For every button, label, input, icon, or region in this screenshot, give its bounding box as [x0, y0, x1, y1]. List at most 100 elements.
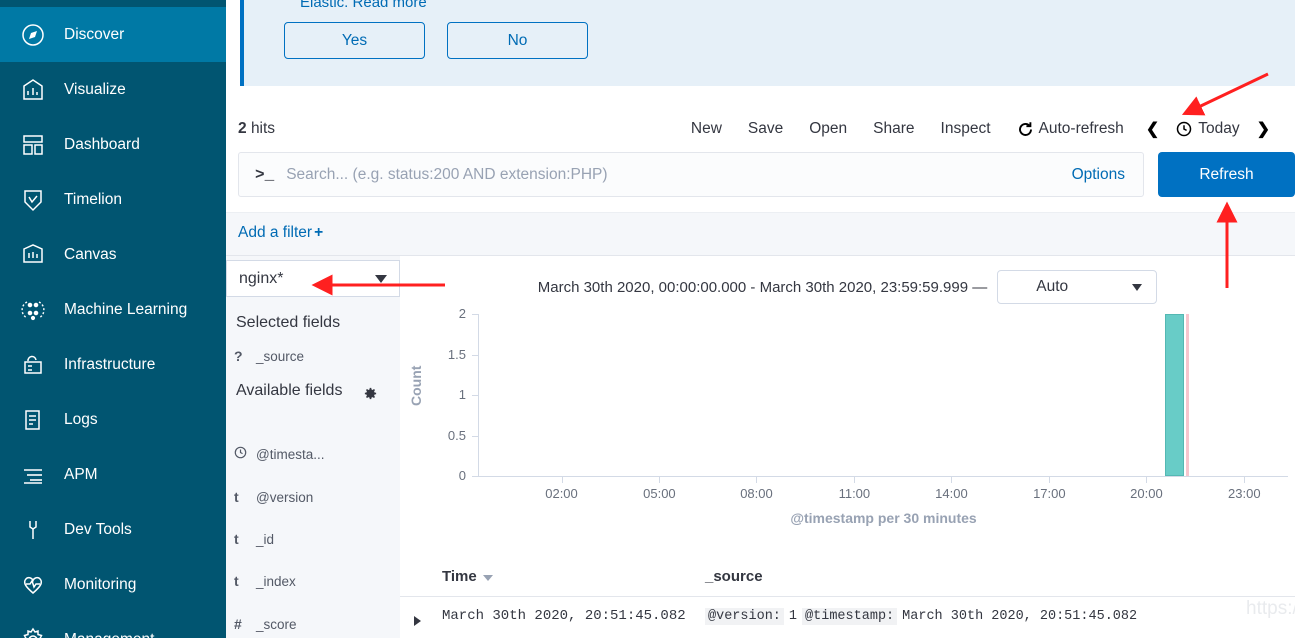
- sidebar-item-machine-learning[interactable]: Machine Learning: [0, 282, 226, 337]
- clock-icon: [1176, 121, 1192, 137]
- x-tick-label: 05:00: [643, 486, 676, 501]
- x-tick-mark: [756, 477, 758, 483]
- time-picker-today[interactable]: Today: [1168, 120, 1247, 138]
- sidebar-item-label: Dev Tools: [64, 520, 132, 538]
- field-settings-gear-icon[interactable]: [363, 386, 378, 406]
- index-pattern-select[interactable]: nginx*: [226, 260, 400, 297]
- y-tick-mark: [472, 354, 478, 356]
- interval-select[interactable]: Auto: [997, 270, 1158, 304]
- sidebar-item-apm[interactable]: APM: [0, 447, 226, 502]
- sidebar-item-visualize[interactable]: Visualize: [0, 62, 226, 117]
- sidebar-item-infrastructure[interactable]: Infrastructure: [0, 337, 226, 392]
- field-name: _score: [256, 617, 297, 632]
- x-axis-label: @timestamp per 30 minutes: [790, 510, 977, 526]
- infrastructure-icon: [18, 350, 48, 380]
- cell-time: March 30th 2020, 20:51:45.082: [442, 608, 686, 624]
- no-button[interactable]: No: [447, 22, 588, 59]
- y-tick-mark: [472, 476, 478, 477]
- field-item-score[interactable]: # _score: [234, 616, 297, 632]
- x-tick-label: 02:00: [545, 486, 578, 501]
- field-item-index[interactable]: t _index: [234, 573, 296, 589]
- hits-counter: 2 hits: [238, 120, 275, 138]
- x-tick-label: 14:00: [935, 486, 968, 501]
- x-tick-mark: [1244, 477, 1246, 483]
- field-name: @timesta...: [256, 447, 325, 462]
- x-tick-mark: [951, 477, 953, 483]
- cell-source: @version: 1 @timestamp: March 30th 2020,…: [705, 608, 1137, 625]
- yes-button[interactable]: Yes: [284, 22, 425, 59]
- search-input[interactable]: [286, 165, 1072, 184]
- inspect-button[interactable]: Inspect: [928, 120, 1004, 138]
- source-key: @version:: [705, 608, 784, 625]
- sidebar-item-label: Monitoring: [64, 575, 137, 593]
- options-button[interactable]: Options: [1072, 166, 1125, 184]
- sidebar-item-management[interactable]: Management: [0, 612, 226, 638]
- y-axis-ticks: 0 0.5 1 1.5 2: [424, 306, 466, 483]
- field-type-icon: t: [234, 489, 239, 505]
- main-content: Elastic. Read more Yes No 2 hits New Sav…: [226, 0, 1295, 638]
- add-filter-button[interactable]: Add a filter +: [238, 224, 323, 242]
- x-axis-line: [478, 476, 1288, 477]
- column-header-time[interactable]: Time: [442, 568, 493, 585]
- auto-refresh-button[interactable]: Auto-refresh: [1004, 120, 1137, 138]
- field-name: _index: [256, 574, 296, 589]
- expand-row-icon[interactable]: [414, 616, 421, 626]
- plot-area: [479, 314, 1288, 476]
- hits-label: hits: [250, 120, 276, 137]
- time-marker: [1186, 314, 1190, 476]
- sidebar-item-monitoring[interactable]: Monitoring: [0, 557, 226, 612]
- histogram-bar[interactable]: [1165, 314, 1184, 476]
- column-header-source[interactable]: _source: [705, 568, 763, 585]
- y-axis-label: Count: [408, 365, 424, 406]
- sidebar-item-label: Dashboard: [64, 135, 140, 153]
- open-button[interactable]: Open: [796, 120, 860, 138]
- index-pattern-value: nginx*: [239, 269, 284, 287]
- chevron-down-icon: [375, 274, 387, 283]
- x-tick-mark: [854, 477, 856, 483]
- source-value: March 30th 2020, 20:51:45.082: [902, 609, 1138, 624]
- search-row: >_ Options Refresh: [226, 148, 1295, 202]
- query-prompt-icon: >_: [255, 165, 275, 184]
- field-type-icon: t: [234, 531, 239, 547]
- add-filter-label: Add a filter: [238, 224, 313, 241]
- banner-text: Elastic. Read more: [300, 0, 427, 11]
- refresh-button[interactable]: Refresh: [1158, 152, 1295, 197]
- sidebar-item-discover[interactable]: Discover: [0, 7, 226, 62]
- field-item-id[interactable]: t _id: [234, 531, 274, 547]
- selected-fields-title: Selected fields: [236, 314, 341, 331]
- x-tick-label: 08:00: [740, 486, 773, 501]
- prev-time-button[interactable]: ❮: [1137, 119, 1168, 139]
- sidebar-item-label: Discover: [64, 25, 125, 43]
- field-item-source[interactable]: ? _source: [234, 348, 304, 364]
- field-panel: nginx* Selected fields ? _source Availab…: [226, 256, 426, 638]
- sidebar-item-label: Machine Learning: [64, 300, 188, 318]
- kibana-discover-app: Discover Visualize Dashboard Timelion Ca…: [0, 0, 1295, 638]
- new-button[interactable]: New: [678, 120, 735, 138]
- histogram-chart[interactable]: Count 0 0.5 1 1.5 2 @timestamp per 30 minute…: [400, 306, 1295, 534]
- share-button[interactable]: Share: [860, 120, 927, 138]
- sidebar-item-timelion[interactable]: Timelion: [0, 172, 226, 227]
- y-tick-mark: [472, 435, 478, 437]
- y-tick-label: 0: [458, 468, 466, 483]
- sidebar-item-dev-tools[interactable]: Dev Tools: [0, 502, 226, 557]
- field-type-icon: [234, 446, 256, 462]
- sidebar-item-canvas[interactable]: Canvas: [0, 227, 226, 282]
- query-bar[interactable]: >_ Options: [238, 152, 1144, 197]
- field-item-timestamp[interactable]: @timesta...: [234, 446, 324, 462]
- sidebar-item-dashboard[interactable]: Dashboard: [0, 117, 226, 172]
- banner-buttons: Yes No: [284, 22, 588, 59]
- sidebar-item-logs[interactable]: Logs: [0, 392, 226, 447]
- source-key: @timestamp:: [802, 608, 898, 625]
- sidebar-item-label: Canvas: [64, 245, 117, 263]
- save-button[interactable]: Save: [735, 120, 796, 138]
- next-time-button[interactable]: ❯: [1248, 119, 1279, 139]
- field-type-icon: #: [234, 616, 242, 632]
- x-tick-label: 17:00: [1033, 486, 1066, 501]
- field-item-version[interactable]: t @version: [234, 489, 313, 505]
- filter-bar: Add a filter +: [226, 212, 1295, 256]
- y-tick-label: 1.5: [447, 346, 466, 362]
- sidebar: Discover Visualize Dashboard Timelion Ca…: [0, 0, 226, 638]
- field-type-icon: ?: [234, 348, 243, 364]
- sidebar-item-label: Timelion: [64, 190, 122, 208]
- sidebar-item-label: APM: [64, 465, 98, 483]
